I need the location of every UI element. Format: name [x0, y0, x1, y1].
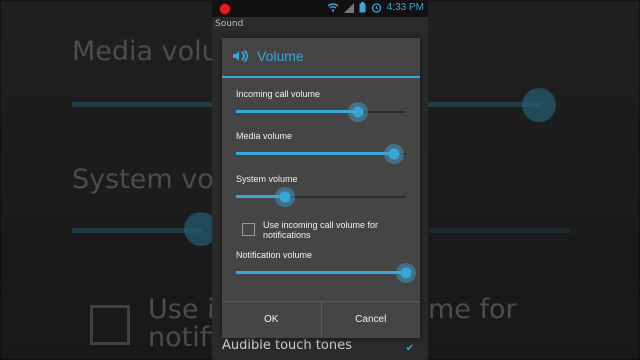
signal-icon	[343, 2, 354, 13]
dialog-button-bar: OK Cancel	[222, 301, 420, 338]
slider-thumb[interactable]	[275, 187, 296, 207]
checkmark-icon: ✔	[405, 343, 414, 354]
shade-right	[428, 0, 640, 360]
alarm-icon	[371, 3, 381, 13]
volume-dialog: Volume Incoming call volume Media volume…	[222, 38, 420, 338]
use-incoming-volume-row[interactable]: Use incoming call volume for notificatio…	[242, 220, 403, 240]
audible-touch-tones-item[interactable]: Audible touch tones	[222, 338, 352, 353]
media-volume-slider[interactable]	[236, 144, 406, 164]
shade-left	[0, 0, 212, 360]
system-volume-label: System volume	[236, 174, 298, 184]
media-volume-label: Media volume	[236, 131, 293, 141]
slider-thumb[interactable]	[396, 263, 416, 283]
app-title: Sound	[215, 19, 244, 29]
use-incoming-volume-checkbox[interactable]	[242, 223, 255, 236]
volume-icon	[233, 50, 249, 62]
status-bar: 4:33 PM	[212, 0, 428, 17]
cancel-button[interactable]: Cancel	[320, 302, 421, 338]
ok-button[interactable]: OK	[222, 302, 321, 338]
incoming-call-volume-slider[interactable]	[236, 102, 406, 122]
use-incoming-volume-label: Use incoming call volume for notificatio…	[263, 220, 379, 240]
notification-volume-slider[interactable]	[236, 263, 416, 283]
record-icon	[219, 3, 231, 15]
slider-fill	[236, 271, 406, 274]
wifi-icon	[327, 3, 339, 12]
incoming-call-volume-label: Incoming call volume	[236, 89, 321, 99]
dialog-header: Volume	[222, 38, 420, 78]
slider-thumb[interactable]	[384, 144, 405, 164]
system-volume-slider[interactable]	[236, 187, 406, 207]
battery-icon	[359, 2, 366, 13]
status-time: 4:33 PM	[386, 2, 424, 13]
notification-volume-label: Notification volume	[236, 250, 313, 260]
dialog-title: Volume	[257, 48, 304, 64]
slider-fill	[236, 110, 359, 113]
slider-fill	[236, 152, 395, 155]
slider-thumb[interactable]	[348, 102, 369, 122]
status-icons: 4:33 PM	[327, 2, 424, 13]
